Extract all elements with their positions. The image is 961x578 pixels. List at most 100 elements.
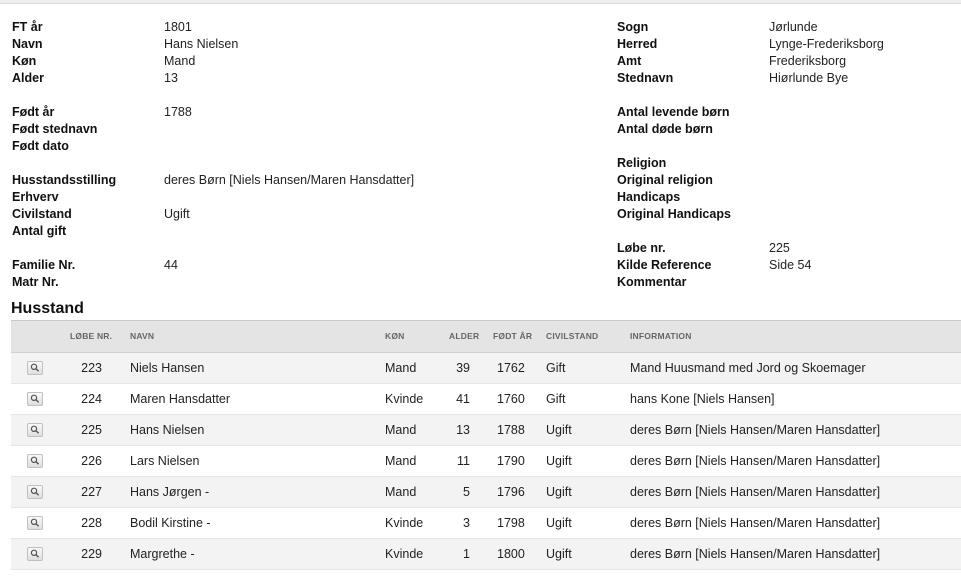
- cell-fodt-ar: 1790: [497, 454, 525, 468]
- cell-navn: Maren Hansdatter: [130, 392, 231, 406]
- label-navn: Navn: [12, 37, 43, 51]
- label-stednavn: Stednavn: [617, 71, 674, 85]
- value-fodt-ar: 1788: [164, 105, 192, 119]
- col-header-kon[interactable]: KØN: [385, 321, 405, 352]
- label-erhverv: Erhverv: [12, 190, 59, 204]
- label-fodt-dato: Født dato: [12, 139, 69, 153]
- label-matr-nr: Matr Nr.: [12, 275, 59, 289]
- value-ft-ar: 1801: [164, 20, 192, 34]
- label-civilstand: Civilstand: [12, 207, 72, 221]
- value-amt: Frederiksborg: [769, 54, 847, 68]
- cell-lobe-nr: 229: [81, 547, 102, 561]
- magnifier-icon: [30, 394, 40, 403]
- col-header-alder[interactable]: ALDER: [449, 321, 479, 352]
- cell-alder: 41: [456, 392, 470, 406]
- value-alder: 13: [164, 71, 178, 85]
- cell-civilstand: Gift: [546, 392, 566, 406]
- value-stednavn: Hiørlunde Bye: [769, 71, 849, 85]
- value-civilstand: Ugift: [164, 207, 190, 221]
- label-alder: Alder: [12, 71, 44, 85]
- value-familie-nr: 44: [164, 258, 178, 272]
- table-row[interactable]: 225 Hans Nielsen Mand 13 1788 Ugift deres Børn…: [11, 415, 961, 446]
- cell-kon: Mand: [385, 423, 417, 437]
- magnifier-icon: [30, 456, 40, 465]
- value-herred: Lynge-Frederiksborg: [769, 37, 884, 51]
- cell-navn: Lars Nielsen: [130, 454, 200, 468]
- cell-civilstand: Ugift: [546, 485, 572, 499]
- cell-fodt-ar: 1762: [497, 361, 525, 375]
- cell-information: deres Børn [Niels Hansen/Maren Hansdatte…: [630, 547, 881, 561]
- label-kon: Køn: [12, 54, 37, 68]
- table-row[interactable]: 227 Hans Jørgen - Mand 5 1796 Ugift deres Børn…: [11, 477, 961, 508]
- label-antal-dode-born: Antal døde børn: [617, 122, 713, 136]
- label-kommentar: Kommentar: [617, 275, 687, 289]
- cell-information: deres Børn [Niels Hansen/Maren Hansdatte…: [630, 485, 881, 499]
- cell-navn: Hans Jørgen -: [130, 485, 210, 499]
- cell-alder: 13: [456, 423, 470, 437]
- magnifier-icon: [30, 425, 40, 434]
- cell-information: deres Børn [Niels Hansen/Maren Hansdatte…: [630, 423, 881, 437]
- col-header-navn[interactable]: NAVN: [130, 321, 154, 352]
- label-fodt-stednavn: Født stednavn: [12, 122, 98, 136]
- view-record-button[interactable]: [27, 392, 43, 406]
- cell-lobe-nr: 228: [81, 516, 102, 530]
- col-header-lobe-nr[interactable]: LØBE NR.: [70, 321, 112, 352]
- cell-navn: Margrethe -: [130, 547, 195, 561]
- magnifier-icon: [30, 487, 40, 496]
- magnifier-icon: [30, 363, 40, 372]
- view-record-button[interactable]: [27, 516, 43, 530]
- value-kilde-reference: Side 54: [769, 258, 812, 272]
- cell-alder: 3: [463, 516, 470, 530]
- magnifier-icon: [30, 549, 40, 558]
- cell-navn: Bodil Kirstine -: [130, 516, 211, 530]
- view-record-button[interactable]: [27, 423, 43, 437]
- cell-navn: Hans Nielsen: [130, 423, 205, 437]
- label-original-handicaps: Original Handicaps: [617, 207, 731, 221]
- col-header-information[interactable]: INFORMATION: [630, 321, 692, 352]
- label-husstandsstilling: Husstandsstilling: [12, 173, 117, 187]
- view-record-button[interactable]: [27, 454, 43, 468]
- view-record-button[interactable]: [27, 547, 43, 561]
- col-header-civilstand[interactable]: CIVILSTAND: [546, 321, 598, 352]
- cell-navn: Niels Hansen: [130, 361, 205, 375]
- cell-alder: 5: [463, 485, 470, 499]
- cell-kon: Kvinde: [385, 392, 424, 406]
- cell-kon: Mand: [385, 485, 417, 499]
- label-familie-nr: Familie Nr.: [12, 258, 76, 272]
- cell-lobe-nr: 223: [81, 361, 102, 375]
- label-antal-levende-born: Antal levende børn: [617, 105, 730, 119]
- label-herred: Herred: [617, 37, 658, 51]
- label-religion: Religion: [617, 156, 667, 170]
- label-amt: Amt: [617, 54, 642, 68]
- label-sogn: Sogn: [617, 20, 649, 34]
- table-row[interactable]: 226 Lars Nielsen Mand 11 1790 Ugift deres Børn…: [11, 446, 961, 477]
- cell-alder: 11: [457, 454, 470, 468]
- cell-fodt-ar: 1800: [497, 547, 525, 561]
- label-handicaps: Handicaps: [617, 190, 681, 204]
- cell-kon: Mand: [385, 361, 417, 375]
- value-kon: Mand: [164, 54, 196, 68]
- cell-civilstand: Ugift: [546, 454, 572, 468]
- table-row[interactable]: 224 Maren Hansdatter Kvinde 41 1760 Gift hans …: [11, 384, 961, 415]
- table-body: 223 Niels Hansen Mand 39 1762 Gift Mand Huusma…: [11, 353, 961, 570]
- cell-information: Mand Huusmand med Jord og Skoemager: [630, 361, 866, 375]
- value-navn: Hans Nielsen: [164, 37, 239, 51]
- label-lobe-nr: Løbe nr.: [617, 241, 666, 255]
- cell-fodt-ar: 1760: [497, 392, 525, 406]
- view-record-button[interactable]: [27, 361, 43, 375]
- label-fodt-ar: Født år: [12, 105, 55, 119]
- view-record-button[interactable]: [27, 485, 43, 499]
- cell-kon: Kvinde: [385, 547, 424, 561]
- value-lobe-nr: 225: [769, 241, 790, 255]
- cell-information: deres Børn [Niels Hansen/Maren Hansdatte…: [630, 454, 881, 468]
- table-row[interactable]: 229 Margrethe - Kvinde 1 1800 Ugift deres Børn…: [11, 539, 961, 570]
- cell-kon: Mand: [385, 454, 417, 468]
- cell-information: deres Børn [Niels Hansen/Maren Hansdatte…: [630, 516, 881, 530]
- table-row[interactable]: 223 Niels Hansen Mand 39 1762 Gift Mand Huusma…: [11, 353, 961, 384]
- cell-lobe-nr: 226: [81, 454, 102, 468]
- label-original-religion: Original religion: [617, 173, 713, 187]
- cell-civilstand: Ugift: [546, 423, 572, 437]
- cell-alder: 39: [456, 361, 470, 375]
- col-header-fodt-ar[interactable]: FØDT ÅR: [493, 321, 532, 352]
- table-row[interactable]: 228 Bodil Kirstine - Kvinde 3 1798 Ugift deres…: [11, 508, 961, 539]
